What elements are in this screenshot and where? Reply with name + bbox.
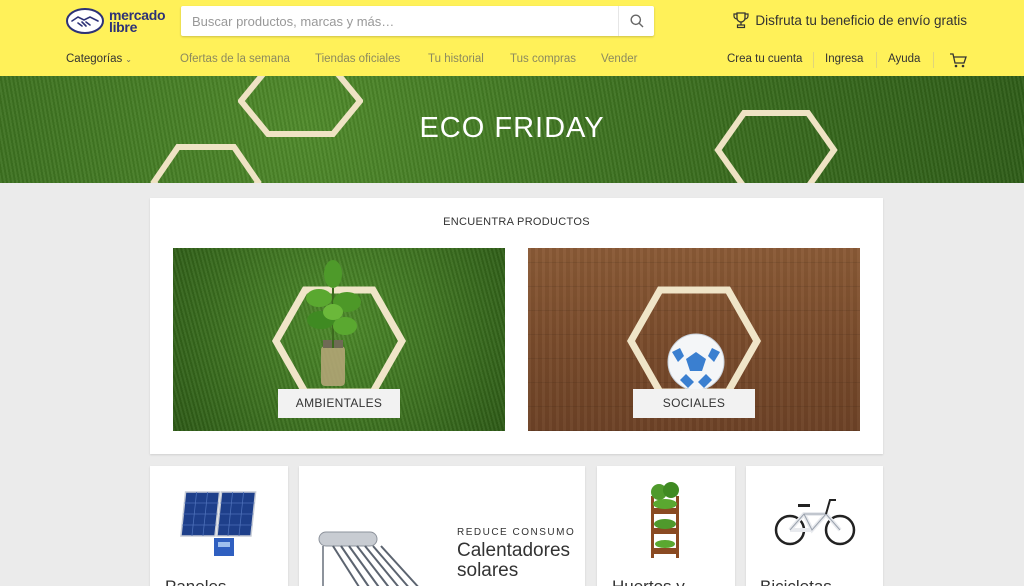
social-button[interactable]: SOCIALES <box>633 389 755 418</box>
bicycles-label: Bicicletas <box>760 577 832 586</box>
nav-divider <box>933 52 934 68</box>
environmental-category-tile[interactable]: AMBIENTALES <box>173 248 505 431</box>
product-card-gardens[interactable]: Huertos y <box>597 466 735 586</box>
login-link[interactable]: Ingresa <box>825 53 863 65</box>
nav-divider <box>876 52 877 68</box>
solar-heater-image <box>318 531 419 586</box>
nav-link-ofertas[interactable]: Ofertas de la semana <box>180 53 290 65</box>
bicycle-image <box>774 499 856 546</box>
categories-label: Categorías <box>66 53 123 65</box>
handshake-icon <box>66 8 104 34</box>
nav-divider <box>813 52 814 68</box>
create-account-link[interactable]: Crea tu cuenta <box>727 53 802 65</box>
chevron-down-icon: ⌄ <box>125 55 132 64</box>
eco-friday-banner: ECO FRIDAY <box>0 76 1024 183</box>
search-button[interactable] <box>618 6 654 36</box>
environmental-button[interactable]: AMBIENTALES <box>278 389 400 418</box>
soccer-ball-image <box>667 333 725 391</box>
heaters-title: Calentadores solares <box>457 541 570 581</box>
search-bar <box>181 6 654 36</box>
product-card-solar-heaters[interactable]: REDUCE CONSUMO Calentadores solares <box>299 466 585 586</box>
search-icon <box>630 14 643 28</box>
header: mercado libre Disfruta tu beneficio de e… <box>0 0 1024 76</box>
nav-link-vender[interactable]: Vender <box>601 53 637 65</box>
product-card-bicycles[interactable]: Bicicletas <box>746 466 883 586</box>
heaters-title-line1: Calentadores <box>457 540 571 561</box>
help-link[interactable]: Ayuda <box>888 53 920 65</box>
vertical-garden-image <box>651 482 679 558</box>
cart-button[interactable] <box>949 53 967 73</box>
find-products-card: ENCUENTRA PRODUCTOS AMBIENTALES SOCIALES <box>150 198 883 454</box>
heaters-kicker: REDUCE CONSUMO <box>457 527 576 538</box>
gardens-label: Huertos y <box>612 577 685 586</box>
social-category-tile[interactable]: SOCIALES <box>528 248 860 431</box>
solar-panels-label: Paneles <box>165 577 226 586</box>
trophy-icon <box>733 12 749 29</box>
find-products-title: ENCUENTRA PRODUCTOS <box>443 216 590 228</box>
nav-link-compras[interactable]: Tus compras <box>510 53 576 65</box>
plant-image <box>306 260 361 386</box>
hexagon-frame <box>150 144 262 183</box>
logo[interactable]: mercado libre <box>66 8 166 34</box>
nav-link-tiendas[interactable]: Tiendas oficiales <box>315 53 400 65</box>
cart-icon <box>950 53 967 68</box>
product-card-solar-panels[interactable]: Paneles <box>150 466 288 586</box>
nav-link-historial[interactable]: Tu historial <box>428 53 484 65</box>
categories-menu[interactable]: Categorías ⌄ <box>66 53 132 65</box>
search-input[interactable] <box>181 6 611 36</box>
banner-title: ECO FRIDAY <box>419 112 605 144</box>
free-shipping-promo[interactable]: Disfruta tu beneficio de envío gratis <box>732 12 967 29</box>
promo-text: Disfruta tu beneficio de envío gratis <box>755 13 967 28</box>
solar-panel-image <box>180 491 257 556</box>
heaters-title-line2: solares <box>457 560 519 581</box>
